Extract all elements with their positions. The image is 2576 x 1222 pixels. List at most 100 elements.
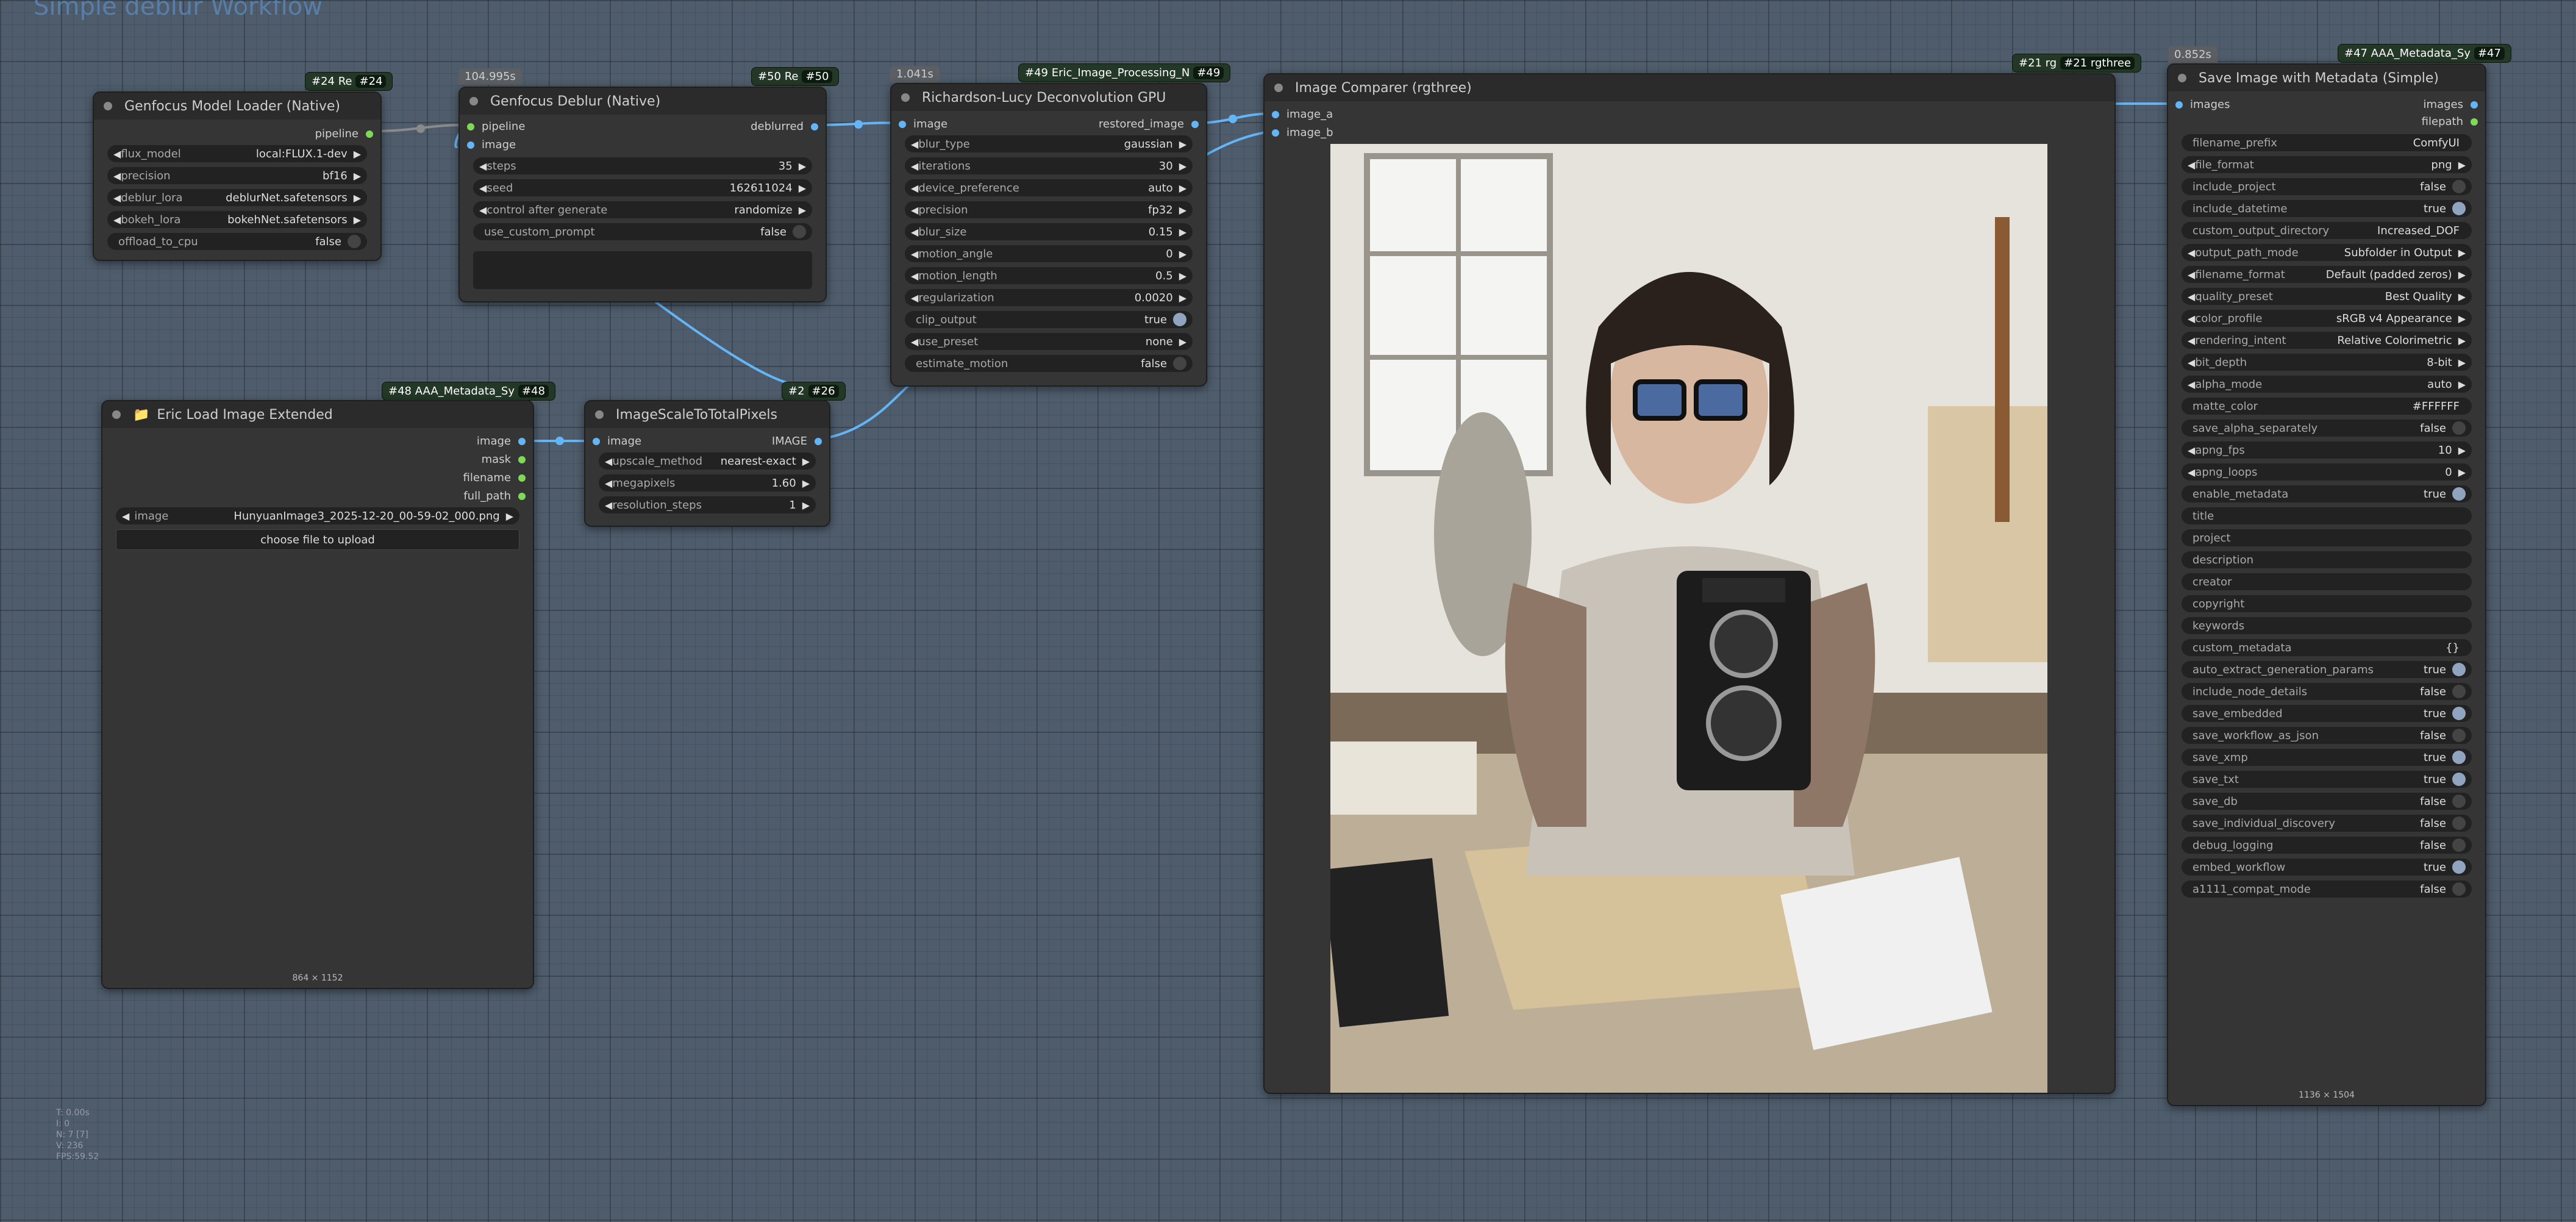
widget-use-custom-prompt[interactable]: use_custom_prompt false: [473, 223, 812, 240]
node-eric-load-image[interactable]: 📁 Eric Load Image Extended image mask fil…: [101, 400, 534, 989]
widget-a1111-compat-mode[interactable]: a1111_compat_mode false: [2182, 881, 2472, 898]
widget-custom-metadata[interactable]: custom_metadata{}: [2182, 639, 2472, 656]
widget-use-preset[interactable]: ◀ use_preset none ▶: [905, 333, 1193, 350]
widget-auto-extract-generation-params[interactable]: auto_extract_generation_params true: [2182, 661, 2472, 678]
node-model-loader[interactable]: Genfocus Model Loader (Native) pipeline …: [93, 91, 382, 261]
node-title: Genfocus Deblur (Native): [490, 93, 661, 109]
widget-debug-logging[interactable]: debug_logging false: [2182, 837, 2472, 854]
widget-filename-format[interactable]: ◀ filename_format Default (padded zeros) ▶: [2182, 266, 2472, 283]
widget-keywords[interactable]: keywords: [2182, 617, 2472, 634]
widget-motion-angle[interactable]: ◀ motion_angle 0 ▶: [905, 245, 1193, 262]
widget-blur-size[interactable]: ◀ blur_size 0.15 ▶: [905, 223, 1193, 240]
widget-flux-model[interactable]: ◀ flux_model local:FLUX.1-dev ▶: [107, 145, 367, 162]
widget-enable-metadata[interactable]: enable_metadata true: [2182, 485, 2472, 502]
input-image[interactable]: image: [899, 116, 947, 133]
widget-control-after-generate[interactable]: ◀ control after generate randomize ▶: [473, 201, 812, 218]
widget-clip-output[interactable]: clip_output true: [905, 311, 1193, 328]
prompt-textarea[interactable]: [473, 251, 812, 289]
widget-include-datetime[interactable]: include_datetime true: [2182, 200, 2472, 217]
node-save-image-metadata[interactable]: Save Image with Metadata (Simple) images…: [2167, 63, 2486, 1106]
node-image-comparer[interactable]: Image Comparer (rgthree) image_a image_b: [1263, 73, 2116, 1094]
widget-description[interactable]: description: [2182, 551, 2472, 568]
widget-motion-length[interactable]: ◀ motion_length 0.5 ▶: [905, 267, 1193, 284]
collapse-dot-icon[interactable]: [2178, 74, 2186, 82]
widget-apng-loops[interactable]: ◀ apng_loops 0 ▶: [2182, 463, 2472, 481]
collapse-dot-icon[interactable]: [1274, 84, 1283, 92]
widget-deblur-lora[interactable]: ◀ deblur_lora deblurNet.safetensors ▶: [107, 189, 367, 206]
folder-icon: 📁: [133, 407, 150, 423]
widget-save-embedded[interactable]: save_embedded true: [2182, 705, 2472, 722]
widget-copyright[interactable]: copyright: [2182, 595, 2472, 612]
node-title: ImageScaleToTotalPixels: [616, 407, 777, 423]
widget-matte-color[interactable]: matte_color #FFFFFF: [2182, 398, 2472, 415]
widget-save-individual-discovery[interactable]: save_individual_discovery false: [2182, 815, 2472, 832]
widget-blur-type[interactable]: ◀ blur_type gaussian ▶: [905, 135, 1193, 152]
widget-seed[interactable]: ◀ seed 162611024 ▶: [473, 179, 812, 196]
widget-precision[interactable]: ◀ precision fp32 ▶: [905, 201, 1193, 218]
widget-quality-preset[interactable]: ◀ quality_preset Best Quality ▶: [2182, 288, 2472, 305]
input-images[interactable]: images: [2175, 96, 2230, 113]
widget-output-path-mode[interactable]: ◀ output_path_mode Subfolder in Output ▶: [2182, 244, 2472, 261]
widget-image-select[interactable]: ◀ image HunyuanImage3_2025-12-20_00-59-02_…: [116, 507, 519, 524]
widget-offload-to-cpu[interactable]: offload_to_cpu false: [107, 233, 367, 250]
widget-rendering-intent[interactable]: ◀ rendering_intent Relative Colorimetric ▶: [2182, 332, 2472, 349]
output-restored-image[interactable]: restored_image: [1099, 116, 1199, 133]
widget-custom-output-directory[interactable]: custom_output_directory Increased_DOF: [2182, 222, 2472, 239]
widget-estimate-motion[interactable]: estimate_motion false: [905, 355, 1193, 372]
node-image-scale[interactable]: ImageScaleToTotalPixels image IMAGE ◀ ups…: [584, 400, 830, 527]
widget-bit-depth[interactable]: ◀ bit_depth 8-bit ▶: [2182, 354, 2472, 371]
widget-megapixels[interactable]: ◀ megapixels 1.60 ▶: [599, 474, 816, 491]
widget-apng-fps[interactable]: ◀ apng_fps 10 ▶: [2182, 441, 2472, 459]
widget-save-xmp[interactable]: save_xmp true: [2182, 749, 2472, 766]
widget-creator[interactable]: creator: [2182, 573, 2472, 590]
output-full-path[interactable]: full_path: [463, 488, 526, 505]
input-image-b[interactable]: image_b: [1272, 124, 1333, 141]
widget-bokeh-lora[interactable]: ◀ bokeh_lora bokehNet.safetensors ▶: [107, 211, 367, 228]
widget-regularization[interactable]: ◀ regularization 0.0020 ▶: [905, 289, 1193, 306]
widget-filename-prefix[interactable]: filename_prefix ComfyUI: [2182, 134, 2472, 151]
widget-project[interactable]: project: [2182, 529, 2472, 546]
widget-save-db[interactable]: save_db false: [2182, 793, 2472, 810]
widget-include-node-details[interactable]: include_node_details false: [2182, 683, 2472, 700]
widget-alpha-mode[interactable]: ◀ alpha_mode auto ▶: [2182, 376, 2472, 393]
widget-title[interactable]: title: [2182, 507, 2472, 524]
widget-steps[interactable]: ◀ steps 35 ▶: [473, 157, 812, 174]
output-pipeline[interactable]: pipeline: [315, 126, 373, 143]
input-image-a[interactable]: image_a: [1272, 106, 1333, 123]
widget-file-format[interactable]: ◀ file_format png ▶: [2182, 156, 2472, 173]
stat-line: V: 236: [56, 1141, 84, 1151]
widget-device-preference[interactable]: ◀ device_preference auto ▶: [905, 179, 1193, 196]
input-image[interactable]: image: [467, 137, 516, 154]
comparison-image[interactable]: [1330, 144, 2047, 1093]
node-genfocus-deblur[interactable]: Genfocus Deblur (Native) pipeline image …: [458, 87, 827, 302]
widget-include-project[interactable]: include_project false: [2182, 178, 2472, 195]
widget-save-alpha-separately[interactable]: save_alpha_separately false: [2182, 420, 2472, 437]
widget-resolution-steps[interactable]: ◀ resolution_steps 1 ▶: [599, 496, 816, 513]
image-size-label: 1136 × 1504: [2299, 1090, 2355, 1100]
widget-precision[interactable]: ◀ precision bf16 ▶: [107, 167, 367, 184]
upload-button[interactable]: choose file to upload: [116, 529, 519, 550]
input-pipeline[interactable]: pipeline: [467, 118, 525, 135]
output-filename[interactable]: filename: [463, 470, 526, 487]
node-richardson-lucy[interactable]: Richardson-Lucy Deconvolution GPU image …: [890, 83, 1207, 387]
output-deblurred[interactable]: deblurred: [751, 118, 818, 135]
input-image[interactable]: image: [593, 433, 641, 450]
collapse-dot-icon[interactable]: [469, 97, 478, 105]
collapse-dot-icon[interactable]: [104, 102, 112, 110]
widget-upscale-method[interactable]: ◀ upscale_method nearest-exact ▶: [599, 452, 816, 470]
canvas-stats: T: 0.00s I: 0 N: 7 [7] V: 236 FPS:59.52: [56, 1107, 99, 1162]
output-mask[interactable]: mask: [482, 451, 526, 468]
output-filepath[interactable]: filepath: [2422, 113, 2478, 130]
collapse-dot-icon[interactable]: [112, 410, 121, 419]
collapse-dot-icon[interactable]: [901, 93, 910, 102]
output-image[interactable]: image: [477, 433, 526, 450]
node-title: Richardson-Lucy Deconvolution GPU: [922, 90, 1166, 105]
output-images[interactable]: images: [2424, 96, 2478, 113]
widget-embed-workflow[interactable]: embed_workflow true: [2182, 859, 2472, 876]
widget-save-txt[interactable]: save_txt true: [2182, 771, 2472, 788]
widget-color-profile[interactable]: ◀ color_profile sRGB v4 Appearance ▶: [2182, 310, 2472, 327]
widget-save-workflow-as-json[interactable]: save_workflow_as_json false: [2182, 727, 2472, 744]
collapse-dot-icon[interactable]: [595, 410, 604, 419]
output-image[interactable]: IMAGE: [772, 433, 822, 450]
widget-iterations[interactable]: ◀ iterations 30 ▶: [905, 157, 1193, 174]
